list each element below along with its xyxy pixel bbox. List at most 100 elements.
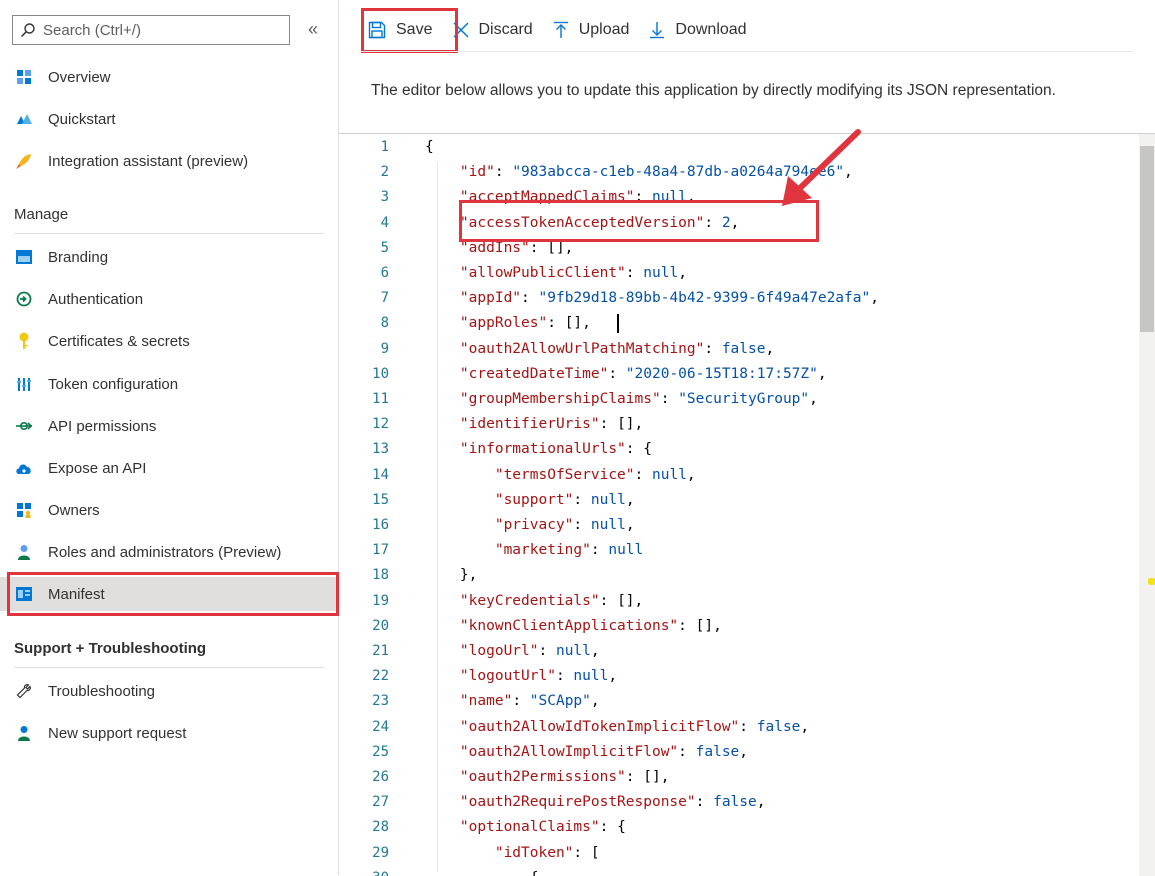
sidebar-item-label: Overview [48,68,111,86]
upload-button[interactable]: Upload [543,12,640,48]
line-number: 1 [380,139,389,155]
line-number: 5 [380,239,389,256]
line-number: 14 [372,466,389,483]
line-number: 18 [372,567,389,584]
wrench-icon [14,681,34,701]
code-line: "appId": "9fb29d18-89bb-4b42-9399-6f49a4… [459,290,879,307]
section-title-manage: Manage [14,206,69,223]
toolbar-divider [358,51,1133,52]
code-line: "oauth2AllowImplicitFlow": false, [459,743,749,760]
sidebar-item-new-support-request[interactable]: New support request [0,716,338,750]
sidebar-search[interactable] [12,15,290,45]
line-number: 24 [372,718,389,735]
sidebar-item-label: Branding [48,248,109,266]
sidebar-item-roles-administrators[interactable]: Roles and administrators (Preview) [0,535,338,569]
sidebar-item-certificates-secrets[interactable]: Certificates & secrets [0,324,338,358]
section-title-support: Support + Troubleshooting [14,640,207,657]
overview-grid-icon [14,67,34,87]
api-permissions-icon [14,416,34,436]
upload-label: Upload [578,21,630,38]
json-editor[interactable]: 1 2 3 4 5 6 7 8 9 10 11 12 13 14 15 16 17 18 19 20 21 22 23 24 2… [339,133,1155,876]
sidebar-item-expose-api[interactable]: Expose an API [0,451,338,485]
code-line: { [425,139,434,155]
code-line: "logoutUrl": null, [459,668,618,685]
code-line: "oauth2AllowIdTokenImplicitFlow": false, [459,718,810,735]
key-icon [14,331,34,351]
code-line: "addIns": [], [459,239,574,256]
sidebar-item-overview[interactable]: Overview [0,60,338,94]
code-line: "createdDateTime": "2020-06-15T18:17:57Z… [459,365,827,382]
code-line: "groupMembershipClaims": "SecurityGroup"… [459,391,818,407]
line-number: 22 [372,668,389,685]
branding-icon [14,247,34,267]
token-bars-icon [14,374,34,394]
search-input[interactable] [43,21,273,39]
line-number: 7 [380,290,389,307]
sidebar-item-label: Authentication [48,290,144,308]
code-line: "allowPublicClient": null, [459,265,687,281]
divider [14,233,324,234]
quickstart-cloud-icon [14,109,34,129]
line-number: 2 [380,164,389,181]
code-line: "privacy": null, [494,517,635,533]
line-number: 13 [372,441,389,458]
line-number: 29 [372,844,389,861]
line-number: 30 [339,870,389,876]
manifest-highlight-box [7,572,339,616]
sidebar-item-token-configuration[interactable]: Token configuration [0,367,338,401]
line-number-gutter: 1 2 3 4 5 6 7 8 9 10 11 12 13 14 15 16 17 18 19 20 21 22 23 24 2… [339,134,411,876]
code-line: "termsOfService": null, [494,466,696,483]
sidebar-item-label: Roles and administrators (Preview) [48,543,282,561]
line-number: 6 [380,265,389,281]
roles-icon [14,542,34,562]
sidebar-item-branding[interactable]: Branding [0,240,338,274]
line-number: 12 [372,416,389,433]
line-number: 17 [372,542,389,559]
line-number: 15 [372,491,389,508]
support-person-icon [14,723,34,743]
editor-scrollbar[interactable] [1139,134,1155,876]
authentication-icon [14,289,34,309]
line-number: 4 [380,214,389,231]
sidebar: « Overview Quickstart Integration assist… [0,0,339,875]
sidebar-item-label: Quickstart [48,110,116,128]
search-icon [13,22,43,38]
line-number: 16 [372,517,389,533]
sidebar-item-authentication[interactable]: Authentication [0,282,338,316]
rocket-icon [14,151,34,171]
code-line: "name": "SCApp", [459,693,600,710]
code-line: "logoUrl": null, [459,643,600,659]
sidebar-item-owners[interactable]: Owners [0,493,338,527]
sidebar-item-label: New support request [48,724,187,742]
sidebar-item-quickstart[interactable]: Quickstart [0,102,338,136]
code-line: "support": null, [494,491,635,508]
line-number: 8 [380,315,389,332]
download-button[interactable]: Download [639,12,756,48]
code-line: "oauth2Permissions": [], [459,769,670,785]
sidebar-item-integration-assistant[interactable]: Integration assistant (preview) [0,144,338,178]
code-line: "identifierUris": [], [459,416,644,433]
line-number: 11 [372,391,389,407]
sidebar-item-label: Expose an API [48,459,147,477]
line-number: 3 [380,189,389,206]
discard-label: Discard [478,21,533,38]
cloud-api-icon [14,458,34,478]
line-number: 9 [380,340,389,357]
line-number: 20 [372,617,389,634]
code-line: }, [425,567,478,584]
line-number: 23 [372,693,389,710]
code-line: "appRoles": [], [459,315,591,332]
owners-icon [14,500,34,520]
collapse-sidebar-button[interactable]: « [300,18,326,42]
upload-icon [553,21,569,39]
annotation-arrow-icon [782,129,861,206]
edge-marker [1148,578,1155,585]
sidebar-item-api-permissions[interactable]: API permissions [0,409,338,443]
indent-guide [437,162,438,872]
scrollbar-thumb[interactable] [1140,146,1154,332]
code-line: "optionalClaims": { [459,819,626,836]
download-label: Download [675,21,747,38]
sidebar-item-troubleshooting[interactable]: Troubleshooting [0,674,338,708]
sidebar-item-label: API permissions [48,417,157,435]
code-line: "marketing": null [494,542,644,559]
